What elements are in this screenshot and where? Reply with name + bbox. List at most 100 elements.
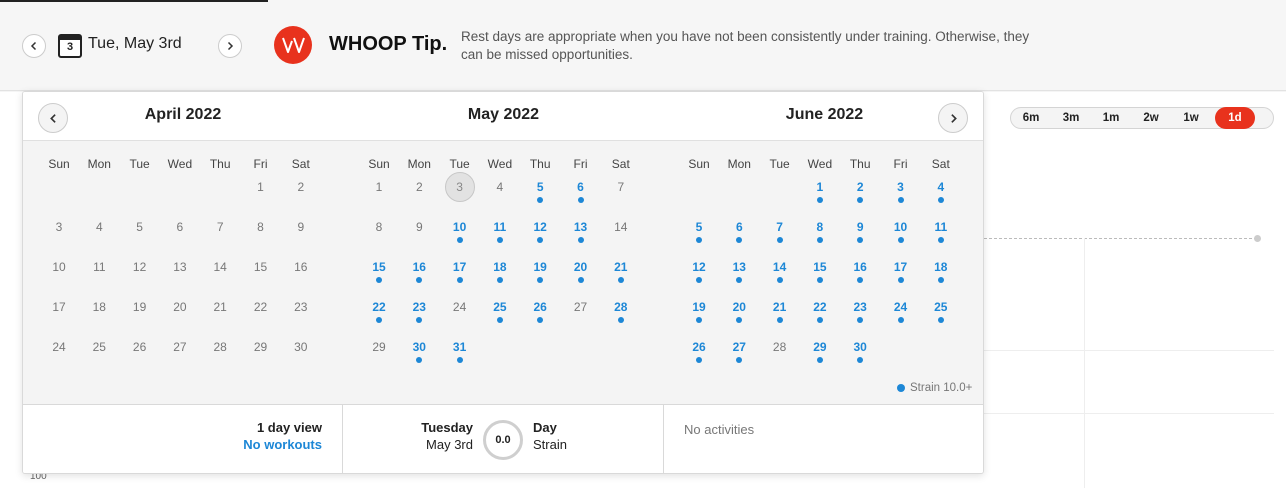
calendar-day[interactable]: 9 bbox=[840, 212, 880, 243]
calendar-day[interactable]: 4 bbox=[79, 212, 119, 242]
calendar-day[interactable]: 20 bbox=[160, 292, 200, 322]
calendar-day[interactable]: 29 bbox=[800, 332, 840, 363]
calendar-day[interactable]: 6 bbox=[561, 172, 601, 203]
current-date-label[interactable]: Tue, May 3rd bbox=[88, 35, 182, 53]
calendar-day[interactable]: 23 bbox=[399, 292, 439, 323]
calendar-day[interactable]: 24 bbox=[881, 292, 921, 323]
range-option-1w[interactable]: 1w bbox=[1171, 112, 1211, 124]
calendar-day[interactable]: 18 bbox=[480, 252, 520, 283]
calendar-day[interactable]: 12 bbox=[520, 212, 560, 243]
calendar-day[interactable]: 13 bbox=[719, 252, 759, 283]
range-option-3m[interactable]: 3m bbox=[1051, 112, 1091, 124]
calendar-day[interactable]: 11 bbox=[79, 252, 119, 282]
calendar-day[interactable]: 1 bbox=[241, 172, 281, 202]
calendar-day[interactable]: 30 bbox=[281, 332, 321, 362]
calendar-day[interactable]: 30 bbox=[399, 332, 439, 363]
calendar-day[interactable]: 16 bbox=[840, 252, 880, 283]
calendar-day[interactable]: 10 bbox=[39, 252, 79, 282]
calendar-day[interactable]: 17 bbox=[881, 252, 921, 283]
calendar-day[interactable]: 9 bbox=[399, 212, 439, 242]
calendar-day[interactable]: 26 bbox=[679, 332, 719, 363]
calendar-day[interactable]: 1 bbox=[800, 172, 840, 203]
calendar-day[interactable]: 8 bbox=[241, 212, 281, 242]
calendar-day[interactable]: 26 bbox=[520, 292, 560, 323]
calendar-day[interactable]: 16 bbox=[281, 252, 321, 282]
calendar-day[interactable]: 25 bbox=[921, 292, 961, 323]
calendar-day[interactable]: 28 bbox=[200, 332, 240, 362]
previous-day-button[interactable] bbox=[22, 34, 46, 58]
calendar-day[interactable]: 5 bbox=[679, 212, 719, 243]
range-option-1m[interactable]: 1m bbox=[1091, 112, 1131, 124]
calendar-day[interactable]: 15 bbox=[800, 252, 840, 283]
calendar-day[interactable]: 4 bbox=[480, 172, 520, 202]
calendar-day[interactable]: 5 bbox=[520, 172, 560, 203]
no-workouts-link[interactable]: No workouts bbox=[243, 437, 322, 452]
calendar-day[interactable]: 18 bbox=[921, 252, 961, 283]
next-month-button[interactable] bbox=[938, 103, 968, 133]
range-option-2w[interactable]: 2w bbox=[1131, 112, 1171, 124]
calendar-day[interactable]: 20 bbox=[719, 292, 759, 323]
calendar-day[interactable]: 27 bbox=[719, 332, 759, 363]
calendar-day[interactable]: 4 bbox=[921, 172, 961, 203]
calendar-day[interactable]: 15 bbox=[241, 252, 281, 282]
calendar-icon[interactable]: 3 bbox=[58, 34, 82, 58]
calendar-day[interactable]: 28 bbox=[601, 292, 641, 323]
calendar-day[interactable]: 11 bbox=[480, 212, 520, 243]
calendar-day[interactable]: 22 bbox=[241, 292, 281, 322]
calendar-day[interactable]: 28 bbox=[760, 332, 800, 362]
calendar-day[interactable]: 26 bbox=[120, 332, 160, 362]
calendar-day[interactable]: 19 bbox=[679, 292, 719, 323]
calendar-day[interactable]: 2 bbox=[281, 172, 321, 202]
calendar-day[interactable]: 16 bbox=[399, 252, 439, 283]
calendar-day[interactable]: 12 bbox=[679, 252, 719, 283]
calendar-day[interactable]: 21 bbox=[601, 252, 641, 283]
calendar-day[interactable]: 9 bbox=[281, 212, 321, 242]
calendar-day[interactable]: 21 bbox=[200, 292, 240, 322]
calendar-day[interactable]: 17 bbox=[440, 252, 480, 283]
calendar-day[interactable]: 14 bbox=[760, 252, 800, 283]
calendar-day[interactable]: 13 bbox=[160, 252, 200, 282]
calendar-day[interactable]: 12 bbox=[120, 252, 160, 282]
calendar-day[interactable]: 2 bbox=[399, 172, 439, 202]
calendar-day[interactable]: 3 bbox=[440, 172, 480, 202]
calendar-day[interactable]: 21 bbox=[760, 292, 800, 323]
calendar-day[interactable]: 6 bbox=[160, 212, 200, 242]
calendar-day[interactable]: 10 bbox=[881, 212, 921, 243]
calendar-day[interactable]: 1 bbox=[359, 172, 399, 202]
calendar-day[interactable]: 8 bbox=[359, 212, 399, 242]
calendar-day[interactable]: 29 bbox=[241, 332, 281, 362]
calendar-day[interactable]: 20 bbox=[561, 252, 601, 283]
calendar-day[interactable]: 2 bbox=[840, 172, 880, 203]
calendar-day[interactable]: 17 bbox=[39, 292, 79, 322]
calendar-day[interactable]: 25 bbox=[480, 292, 520, 323]
range-option-6m[interactable]: 6m bbox=[1011, 112, 1051, 124]
calendar-day[interactable]: 7 bbox=[601, 172, 641, 202]
calendar-day[interactable]: 7 bbox=[200, 212, 240, 242]
calendar-day[interactable]: 31 bbox=[440, 332, 480, 363]
calendar-day[interactable]: 19 bbox=[520, 252, 560, 283]
calendar-day[interactable]: 29 bbox=[359, 332, 399, 362]
calendar-day[interactable]: 23 bbox=[281, 292, 321, 322]
calendar-day[interactable]: 3 bbox=[39, 212, 79, 242]
calendar-day[interactable]: 15 bbox=[359, 252, 399, 283]
calendar-day[interactable]: 6 bbox=[719, 212, 759, 243]
calendar-day[interactable]: 24 bbox=[39, 332, 79, 362]
calendar-day[interactable]: 14 bbox=[200, 252, 240, 282]
range-option-1d[interactable]: 1d bbox=[1215, 107, 1255, 129]
calendar-day[interactable]: 27 bbox=[561, 292, 601, 322]
calendar-day[interactable]: 14 bbox=[601, 212, 641, 242]
calendar-day[interactable]: 22 bbox=[359, 292, 399, 323]
calendar-day[interactable]: 8 bbox=[800, 212, 840, 243]
calendar-day[interactable]: 22 bbox=[800, 292, 840, 323]
next-day-button[interactable] bbox=[218, 34, 242, 58]
calendar-day[interactable]: 5 bbox=[120, 212, 160, 242]
calendar-day[interactable]: 13 bbox=[561, 212, 601, 243]
calendar-day[interactable]: 23 bbox=[840, 292, 880, 323]
calendar-day[interactable]: 10 bbox=[440, 212, 480, 243]
calendar-day[interactable]: 25 bbox=[79, 332, 119, 362]
calendar-day[interactable]: 7 bbox=[760, 212, 800, 243]
calendar-day[interactable]: 19 bbox=[120, 292, 160, 322]
calendar-day[interactable]: 18 bbox=[79, 292, 119, 322]
calendar-day[interactable]: 3 bbox=[881, 172, 921, 203]
calendar-day[interactable]: 24 bbox=[440, 292, 480, 322]
